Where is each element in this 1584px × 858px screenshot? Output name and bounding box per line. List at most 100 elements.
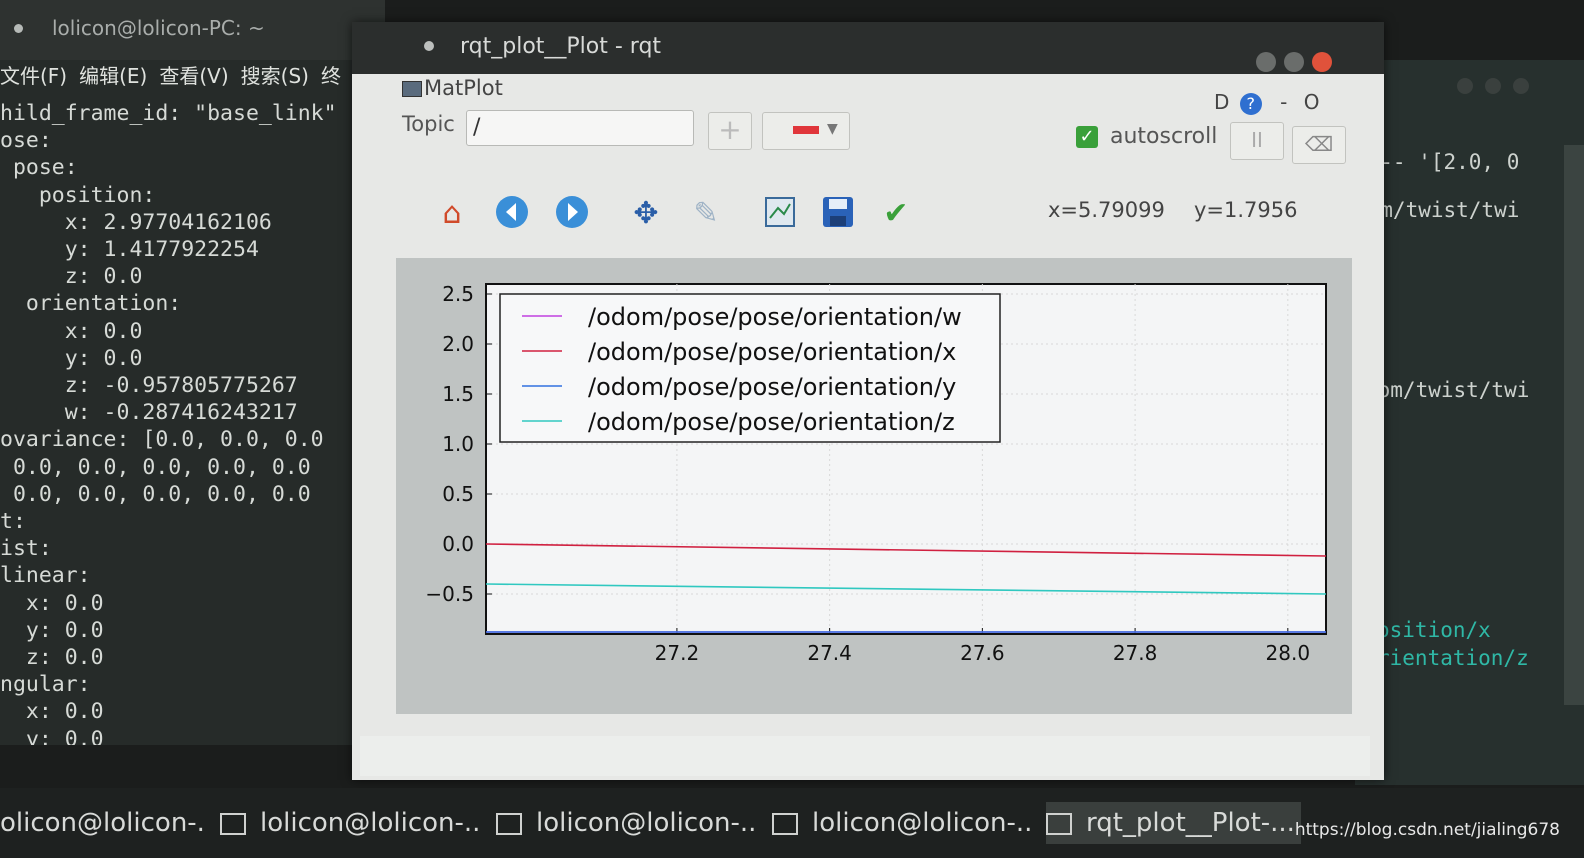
topic-input[interactable]: / xyxy=(466,110,694,146)
y-tick-label: 2.0 xyxy=(442,332,474,356)
taskbar-item[interactable]: lolicon@lolicon-... xyxy=(220,802,482,844)
back-icon[interactable] xyxy=(492,194,532,234)
cursor-y-readout: y=1.7956 xyxy=(1194,198,1298,222)
plugin-icon xyxy=(402,81,422,97)
autoscroll-checkbox[interactable]: ✓ xyxy=(1076,126,1098,148)
watermark: https://blog.csdn.net/jialing678 xyxy=(1294,820,1560,840)
dock-buttons: D ? - O xyxy=(1214,90,1319,115)
plugin-title: MatPlot xyxy=(424,76,503,100)
clear-button[interactable]: ⌫ xyxy=(1292,126,1346,164)
legend-entry: /odom/pose/pose/orientation/y xyxy=(588,373,956,401)
scrollbar[interactable] xyxy=(1564,145,1584,705)
maximize-icon[interactable] xyxy=(1485,78,1501,94)
terminal-line: w: -0.287416243217 xyxy=(0,400,298,426)
terminal-line: ist: xyxy=(0,536,52,562)
terminal-dot-icon xyxy=(14,24,23,33)
taskbar-item-label: rqt_plot__Plot-... xyxy=(1086,808,1295,838)
x-tick-label: 27.4 xyxy=(807,641,852,665)
terminal-line: x: 2.97704162106 xyxy=(0,209,272,235)
help-icon[interactable]: ? xyxy=(1239,93,1262,115)
cursor-x-readout: x=5.79099 xyxy=(1048,198,1165,222)
taskbar-item[interactable]: lolicon@lolicon-... xyxy=(496,802,758,844)
minimize-icon[interactable] xyxy=(1457,78,1473,94)
taskbar-item-label: lolicon@lolicon-... xyxy=(536,808,758,838)
terminal-line: pose: xyxy=(0,155,78,181)
plot-canvas[interactable]: 27.2 27.4 27.6 27.8 28.0 2.5 2.0 1.5 1.0 0.5 0.0 −0… xyxy=(396,258,1352,714)
terminal-line: dom/twist/twi xyxy=(1365,378,1530,402)
terminal-title: lolicon@lolicon-PC: ~ xyxy=(52,16,265,40)
rqt-window[interactable]: rqt_plot__Plot - rqt MatPlot D ? - O Top… xyxy=(352,22,1384,780)
menu-file[interactable]: 文件(F) xyxy=(0,64,67,88)
terminal-line: x: 0.0 xyxy=(0,699,104,725)
menu-terminal[interactable]: 终 xyxy=(321,64,341,88)
terminal-line: linear: xyxy=(0,563,91,589)
x-tick-label: 28.0 xyxy=(1266,641,1311,665)
taskbar-item[interactable]: lolicon@lolicon-... xyxy=(772,802,1034,844)
terminal-icon xyxy=(496,812,522,835)
terminal-line: y: 0.0 xyxy=(0,617,104,643)
menu-view[interactable]: 查看(V) xyxy=(159,64,228,88)
close-icon[interactable] xyxy=(1312,52,1332,72)
edit-curves-icon[interactable]: ✔ xyxy=(876,194,916,234)
terminal-line: 0.0, 0.0, 0.0, 0.0, 0.0 xyxy=(0,454,311,480)
home-icon[interactable]: ⌂ xyxy=(432,194,472,234)
chevron-down-icon: ▼ xyxy=(827,121,838,137)
terminal-line: 0.0, 0.0, 0.0, 0.0, 0.0 xyxy=(0,481,311,507)
terminal-window-right[interactable]: 1 -- '[2.0, 0 dom/twist/twi dom/twist/tw… xyxy=(1355,60,1584,785)
taskbar-item-label: olicon@lolicon-... xyxy=(0,808,205,838)
terminal-line: ose: xyxy=(0,128,52,154)
terminal-line: z: 0.0 xyxy=(0,645,104,671)
terminal-line: y: 0.0 xyxy=(0,345,143,371)
terminal-line: osition/x xyxy=(1377,618,1491,642)
terminal-line: rientation/z xyxy=(1377,646,1529,670)
status-bar xyxy=(360,736,1370,776)
plot-icon xyxy=(1046,812,1072,835)
terminal-titlebar[interactable]: lolicon@lolicon-PC: ~ xyxy=(0,0,385,60)
window-title: rqt_plot__Plot - rqt xyxy=(460,34,662,59)
menu-search[interactable]: 搜索(S) xyxy=(241,64,309,88)
forward-icon[interactable] xyxy=(552,194,592,234)
y-tick-label: 1.5 xyxy=(442,382,474,406)
close-plugin-button[interactable]: O xyxy=(1304,90,1320,114)
terminal-line: x: 0.0 xyxy=(0,318,143,344)
zoom-icon[interactable]: ✎ xyxy=(686,194,726,234)
add-topic-button[interactable]: + xyxy=(708,112,752,150)
remove-topic-button[interactable]: ▼ xyxy=(762,112,850,150)
terminal-line: hild_frame_id: "base_link" xyxy=(0,101,337,126)
terminal-menubar: 文件(F) 编辑(E) 查看(V) 搜索(S) 终 xyxy=(0,60,385,96)
taskbar: olicon@lolicon-... lolicon@lolicon-... l… xyxy=(0,788,1584,858)
terminal-window-left[interactable]: lolicon@lolicon-PC: ~ 文件(F) 编辑(E) 查看(V) 搜索(… xyxy=(0,0,385,745)
terminal-line: z: -0.957805775267 xyxy=(0,373,298,399)
terminal-line: x: 0.0 xyxy=(0,590,104,616)
terminal-line: ovariance: [0.0, 0.0, 0.0 xyxy=(0,427,324,453)
maximize-icon[interactable] xyxy=(1284,52,1304,72)
terminal-icon xyxy=(220,812,246,835)
pan-icon[interactable]: ✥ xyxy=(626,194,666,234)
pause-button[interactable]: II xyxy=(1230,122,1284,160)
x-tick-label: 27.2 xyxy=(655,641,700,665)
subplots-icon[interactable] xyxy=(760,194,800,234)
taskbar-item[interactable]: olicon@lolicon-... xyxy=(0,802,205,844)
x-tick-label: 27.8 xyxy=(1113,641,1158,665)
terminal-line: y: 0.0 xyxy=(0,726,104,745)
terminal-line: y: 1.4177922254 xyxy=(0,237,259,263)
legend-entry: /odom/pose/pose/orientation/w xyxy=(588,303,962,331)
terminal-line: position: xyxy=(0,182,156,208)
legend-entry: /odom/pose/pose/orientation/z xyxy=(588,408,955,436)
minimize-icon[interactable] xyxy=(1256,52,1276,72)
menu-edit[interactable]: 编辑(E) xyxy=(79,64,147,88)
x-tick-label: 27.6 xyxy=(960,641,1005,665)
rqt-titlebar[interactable]: rqt_plot__Plot - rqt xyxy=(352,22,1384,74)
taskbar-item-label: lolicon@lolicon-... xyxy=(260,808,482,838)
terminal-line: t: xyxy=(0,509,26,535)
topic-label: Topic xyxy=(402,112,455,136)
minimize-plugin-button[interactable]: - xyxy=(1280,90,1287,114)
close-icon[interactable] xyxy=(1513,78,1529,94)
taskbar-item-label: lolicon@lolicon-... xyxy=(812,808,1034,838)
taskbar-item-active[interactable]: rqt_plot__Plot-... xyxy=(1046,802,1301,844)
save-icon[interactable] xyxy=(818,194,858,234)
dock-button[interactable]: D xyxy=(1214,90,1229,114)
minus-icon xyxy=(793,126,819,134)
terminal-line: z: 0.0 xyxy=(0,264,143,290)
terminal-line: orientation: xyxy=(0,291,182,317)
